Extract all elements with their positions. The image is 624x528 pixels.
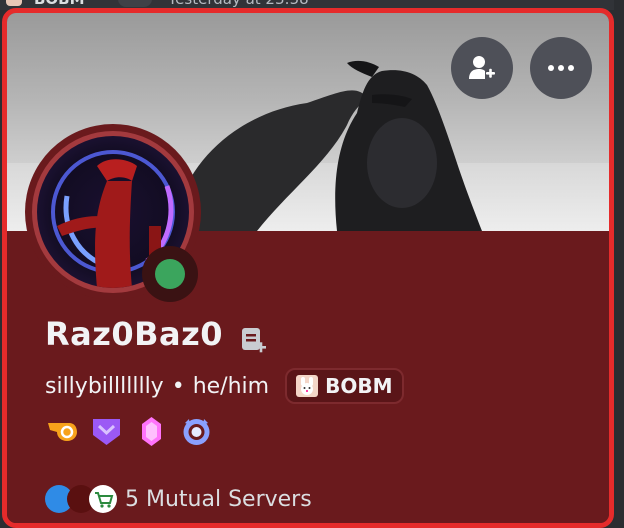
profile-card: Raz0Baz0 sillybillllllly • he/him BOBM 5… [2,8,614,528]
add-friend-button[interactable] [451,37,513,99]
timestamp: Yesterday at 23:58 [168,0,309,8]
more-icon [548,65,574,71]
cart-icon [95,492,114,508]
more-options-button[interactable] [530,37,592,99]
badge-list [45,415,213,448]
role-tag-top[interactable] [118,0,152,7]
add-note-icon[interactable] [239,326,269,360]
mutual-servers-button[interactable]: 5 Mutual Servers [45,485,312,513]
display-name: Raz0Baz0 [45,315,223,353]
hypesquad-icon[interactable] [45,415,78,448]
nitro-shield-icon[interactable] [90,415,123,448]
server-tag-top[interactable]: BOBM [34,0,85,8]
username: sillybillllllly [45,373,164,399]
bunny-icon [296,375,319,397]
add-friend-icon [469,56,495,79]
server-icon-3 [89,485,117,513]
identity-line: sillybillllllly • he/him BOBM [45,368,405,404]
bunny-icon [6,0,22,6]
server-boost-icon[interactable] [180,415,213,448]
server-tag-label: BOBM [325,374,393,398]
online-status-indicator [155,259,185,289]
mutual-servers-label: 5 Mutual Servers [125,486,312,512]
server-tag-chip[interactable]: BOBM [285,368,405,404]
separator: • [171,373,185,399]
nitro-gem-icon[interactable] [135,415,168,448]
pronouns: he/him [192,373,270,399]
